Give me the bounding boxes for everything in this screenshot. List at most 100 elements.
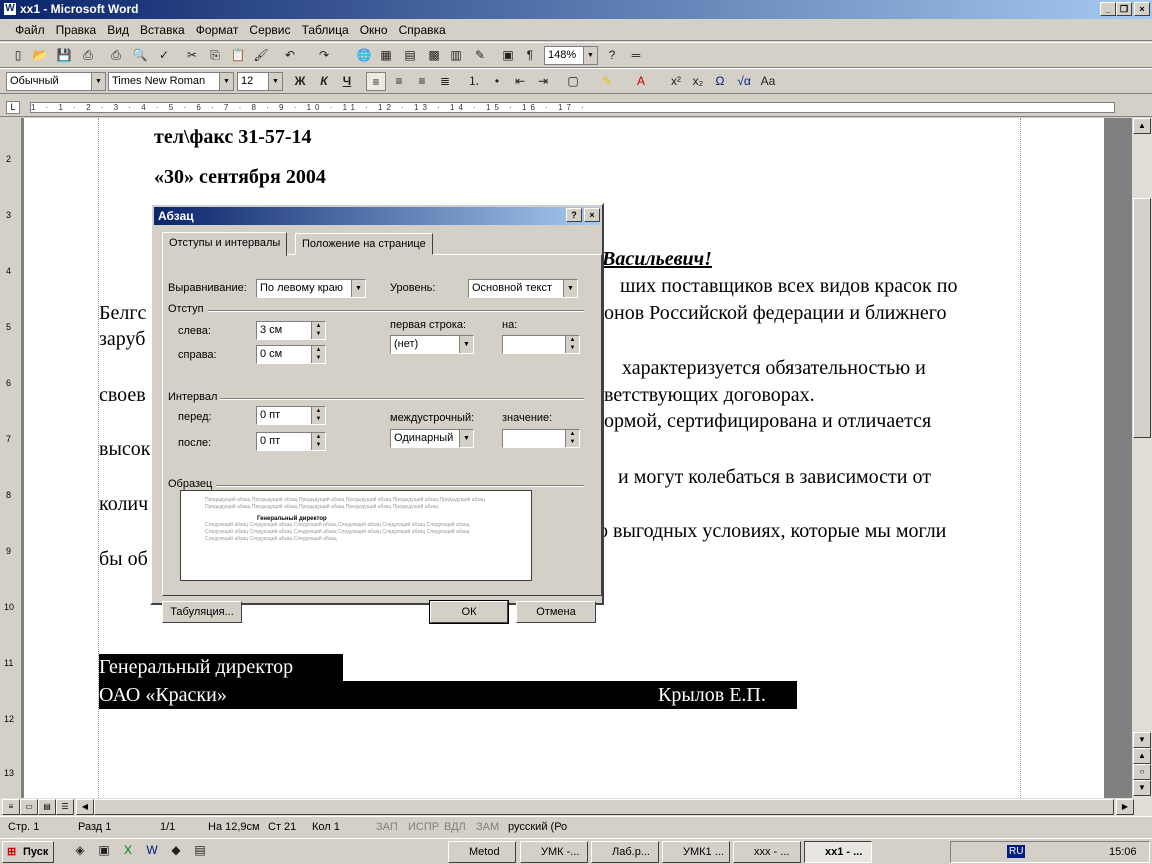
decrease-indent-icon[interactable]: ⇤ bbox=[510, 72, 530, 91]
start-button[interactable]: ⊞ Пуск bbox=[2, 841, 54, 863]
first-line-select[interactable]: (нет) ▼ bbox=[390, 335, 474, 354]
spinner-arrows-icon[interactable]: ▲ ▼ bbox=[565, 430, 579, 447]
outline-view-icon[interactable]: ☰ bbox=[56, 799, 74, 815]
by-spinner[interactable]: ▲ ▼ bbox=[502, 335, 580, 354]
line-spacing-select[interactable]: Одинарный ▼ bbox=[390, 429, 474, 448]
menu-file[interactable]: Файл bbox=[11, 19, 49, 37]
taskbar-item[interactable]: xxx - ... bbox=[733, 841, 801, 863]
select-browse-object-icon[interactable]: ○ bbox=[1133, 764, 1151, 780]
spinner-arrows-icon[interactable]: ▲ ▼ bbox=[565, 336, 579, 353]
bullets-icon[interactable]: • bbox=[487, 72, 507, 91]
indent-right-spinner[interactable]: 0 см ▲ ▼ bbox=[256, 345, 326, 364]
zoom-combo[interactable]: 148% ▼ bbox=[544, 46, 598, 65]
spinner-arrows-icon[interactable]: ▲ ▼ bbox=[311, 346, 325, 363]
alignment-select[interactable]: По левому краю ▼ bbox=[256, 279, 366, 298]
symbol-icon[interactable]: Ω bbox=[710, 72, 730, 91]
taskbar-item-active[interactable]: xx1 - ... bbox=[804, 841, 872, 863]
taskbar-item[interactable]: Лаб.р... bbox=[591, 841, 659, 863]
dialog-title-bar[interactable]: Абзац ? × bbox=[154, 207, 600, 225]
excel-icon[interactable]: X bbox=[118, 841, 138, 860]
cut-icon[interactable]: ✂ bbox=[182, 46, 202, 65]
at-spinner[interactable]: ▲ ▼ bbox=[502, 429, 580, 448]
excel-icon[interactable]: ▩ bbox=[424, 46, 444, 65]
justify-icon[interactable]: ≣ bbox=[435, 72, 455, 91]
font-combo[interactable]: Times New Roman ▼ bbox=[108, 72, 234, 91]
horizontal-scrollbar[interactable]: ≡ ▭ ▤ ☰ ◀ ▶ bbox=[0, 798, 1152, 816]
web-view-icon[interactable]: ▭ bbox=[20, 799, 38, 815]
print-icon[interactable]: ⎙ bbox=[106, 46, 126, 65]
format-painter-icon[interactable]: 🖌 bbox=[251, 46, 271, 65]
scroll-left-icon[interactable]: ◀ bbox=[76, 799, 94, 815]
print-layout-icon[interactable]: ▤ bbox=[38, 799, 56, 815]
scroll-thumb[interactable] bbox=[1133, 198, 1151, 438]
copy-icon[interactable]: ⎘ bbox=[205, 46, 225, 65]
indent-left-spinner[interactable]: 3 см ▲ ▼ bbox=[256, 321, 326, 340]
change-case-icon[interactable]: Aa bbox=[758, 72, 778, 91]
tab-line-page-breaks[interactable]: Положение на странице bbox=[295, 233, 433, 255]
paste-icon[interactable]: 📋 bbox=[228, 46, 248, 65]
spinner-arrows-icon[interactable]: ▲ ▼ bbox=[311, 407, 325, 424]
spinner-arrows-icon[interactable]: ▲ ▼ bbox=[311, 322, 325, 339]
tables-borders-icon[interactable]: ▦ bbox=[376, 46, 396, 65]
spacing-before-spinner[interactable]: 0 пт ▲ ▼ bbox=[256, 406, 326, 425]
tray-lang[interactable]: RU bbox=[1007, 845, 1026, 858]
menu-insert[interactable]: Вставка bbox=[136, 19, 189, 37]
center-icon[interactable]: ≡ bbox=[389, 72, 409, 91]
help-icon[interactable]: ? bbox=[566, 208, 582, 222]
close-icon[interactable]: × bbox=[1134, 2, 1150, 16]
superscript-icon[interactable]: x² bbox=[666, 72, 686, 91]
taskbar-item[interactable]: УМК -... bbox=[520, 841, 588, 863]
show-hide-icon[interactable]: ¶ bbox=[520, 46, 540, 65]
align-left-icon[interactable]: ≡ bbox=[366, 72, 386, 91]
status-trk[interactable]: ИСПР bbox=[408, 821, 439, 833]
menu-tools[interactable]: Сервис bbox=[245, 19, 294, 37]
ruler-scale[interactable]: 1 · 1 · 2 · 3 · 4 · 5 · 6 · 7 · 8 · 9 · … bbox=[30, 102, 1115, 113]
scroll-down-icon[interactable]: ▼ bbox=[1133, 732, 1151, 748]
size-combo[interactable]: 12 ▼ bbox=[237, 72, 283, 91]
close-icon[interactable]: × bbox=[584, 208, 600, 222]
bold-button[interactable]: Ж bbox=[290, 72, 310, 91]
quicklaunch-icon[interactable]: ◆ bbox=[166, 841, 186, 860]
document-map-icon[interactable]: ▣ bbox=[498, 46, 518, 65]
quicklaunch-icon[interactable]: ▤ bbox=[190, 841, 210, 860]
menu-help[interactable]: Справка bbox=[395, 19, 450, 37]
hyperlink-icon[interactable]: 🌐 bbox=[354, 46, 374, 65]
tabs-button[interactable]: Табуляция... bbox=[162, 601, 242, 623]
taskbar-item[interactable]: Metod bbox=[448, 841, 516, 863]
quicklaunch-icon[interactable]: ▣ bbox=[94, 841, 114, 860]
new-icon[interactable]: ▯ bbox=[8, 46, 28, 65]
highlight-icon[interactable]: ✎ bbox=[597, 72, 617, 91]
status-rec[interactable]: ЗАП bbox=[376, 821, 398, 833]
scroll-right-icon[interactable]: ▶ bbox=[1116, 799, 1134, 815]
font-color-icon[interactable]: A bbox=[631, 72, 651, 91]
increase-indent-icon[interactable]: ⇥ bbox=[533, 72, 553, 91]
print-preview-icon[interactable]: 🔍 bbox=[130, 46, 150, 65]
undo-icon[interactable]: ↶ bbox=[280, 46, 300, 65]
align-right-icon[interactable]: ≡ bbox=[412, 72, 432, 91]
insert-table-icon[interactable]: ▤ bbox=[400, 46, 420, 65]
vertical-scrollbar[interactable]: ▲ ▼ ▲ ○ ▼ bbox=[1132, 118, 1152, 798]
ok-button[interactable]: ОК bbox=[429, 600, 509, 624]
permission-icon[interactable]: ⎙ bbox=[78, 46, 98, 65]
scroll-thumb[interactable] bbox=[94, 799, 1114, 815]
menu-format[interactable]: Формат bbox=[192, 19, 243, 37]
line-icon[interactable]: ═ bbox=[626, 46, 646, 65]
open-icon[interactable]: 📂 bbox=[30, 46, 50, 65]
quicklaunch-icon[interactable]: ◈ bbox=[70, 841, 90, 860]
cancel-button[interactable]: Отмена bbox=[516, 601, 596, 623]
style-combo[interactable]: Обычный ▼ bbox=[6, 72, 106, 91]
minimize-icon[interactable]: _ bbox=[1100, 2, 1116, 16]
numbering-icon[interactable]: ⒈ bbox=[464, 72, 484, 91]
prev-page-icon[interactable]: ▲ bbox=[1133, 748, 1151, 764]
menu-table[interactable]: Таблица bbox=[298, 19, 353, 37]
taskbar-item[interactable]: УМК1 ... bbox=[662, 841, 730, 863]
redo-icon[interactable]: ↷ bbox=[314, 46, 334, 65]
tab-indents-spacing[interactable]: Отступы и интервалы bbox=[162, 232, 288, 256]
italic-button[interactable]: К bbox=[314, 72, 334, 91]
help-icon[interactable]: ? bbox=[602, 46, 622, 65]
scroll-up-icon[interactable]: ▲ bbox=[1133, 118, 1151, 134]
spinner-arrows-icon[interactable]: ▲ ▼ bbox=[311, 433, 325, 450]
menu-view[interactable]: Вид bbox=[103, 19, 133, 37]
equation-icon[interactable]: √α bbox=[734, 72, 754, 91]
status-ovr[interactable]: ЗАМ bbox=[476, 821, 499, 833]
